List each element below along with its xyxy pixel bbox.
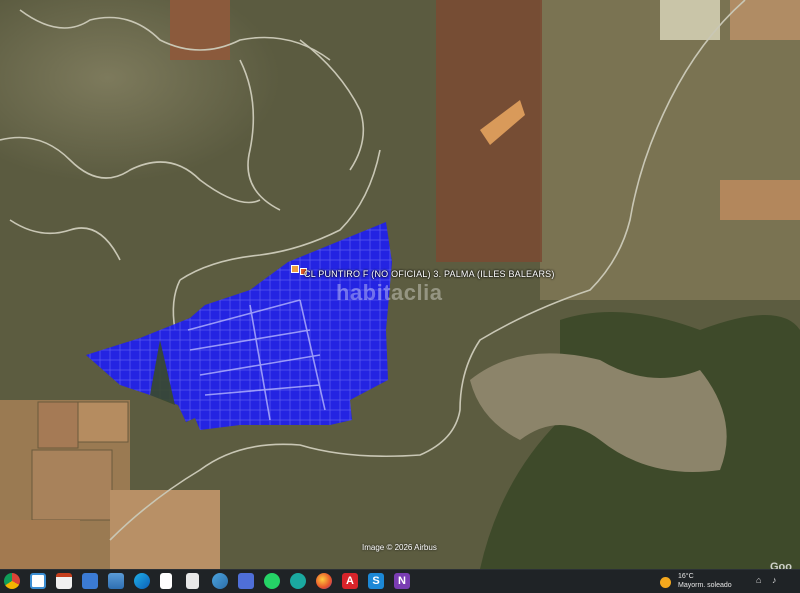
save-icon[interactable] — [238, 573, 254, 589]
field-2 — [77, 401, 129, 443]
acrobat-icon[interactable]: A — [342, 573, 358, 589]
photos-icon[interactable] — [108, 573, 124, 589]
whatsapp-icon[interactable] — [264, 573, 280, 589]
store-icon[interactable] — [82, 573, 98, 589]
edge-icon[interactable] — [134, 573, 150, 589]
plot-east — [720, 180, 800, 220]
field-4 — [110, 490, 220, 569]
taskbar: A S N 16°C Mayorm. soleado — [0, 569, 800, 593]
app-icon[interactable] — [290, 573, 306, 589]
weather-temperature: 16°C — [678, 573, 694, 580]
field-3 — [31, 449, 113, 521]
sun-icon — [660, 577, 671, 588]
onenote-icon[interactable]: N — [394, 573, 410, 589]
slides-icon[interactable] — [56, 573, 72, 589]
watermark: habitaclia — [336, 280, 443, 305]
file-icon[interactable] — [186, 573, 199, 589]
document-icon[interactable] — [160, 573, 172, 589]
location-marker[interactable] — [291, 265, 299, 273]
skype-icon[interactable]: S — [368, 573, 384, 589]
field-5 — [0, 520, 80, 569]
field-1 — [37, 401, 79, 449]
brand-logo: Goo — [770, 561, 792, 569]
weather-condition: Mayorm. soleado — [678, 582, 732, 589]
chrome-icon[interactable] — [4, 573, 20, 589]
quarry — [660, 0, 720, 40]
volume-icon[interactable]: ♪ — [772, 575, 777, 585]
field-ne — [730, 0, 800, 40]
satellite-map[interactable]: CL PUNTIRO F (NO OFICIAL) 3. PALMA (ILLE… — [0, 0, 800, 569]
scrubland-east — [540, 0, 800, 300]
browser-icon[interactable] — [212, 573, 228, 589]
firefox-icon[interactable] — [316, 573, 332, 589]
parcel-label: CL PUNTIRO F (NO OFICIAL) 3. PALMA (ILLE… — [304, 269, 555, 279]
bare-plot — [170, 0, 230, 60]
network-icon[interactable]: ⌂ — [756, 575, 761, 585]
taskview-icon[interactable] — [30, 573, 46, 589]
imagery-credit: Image © 2026 Airbus — [362, 543, 437, 552]
